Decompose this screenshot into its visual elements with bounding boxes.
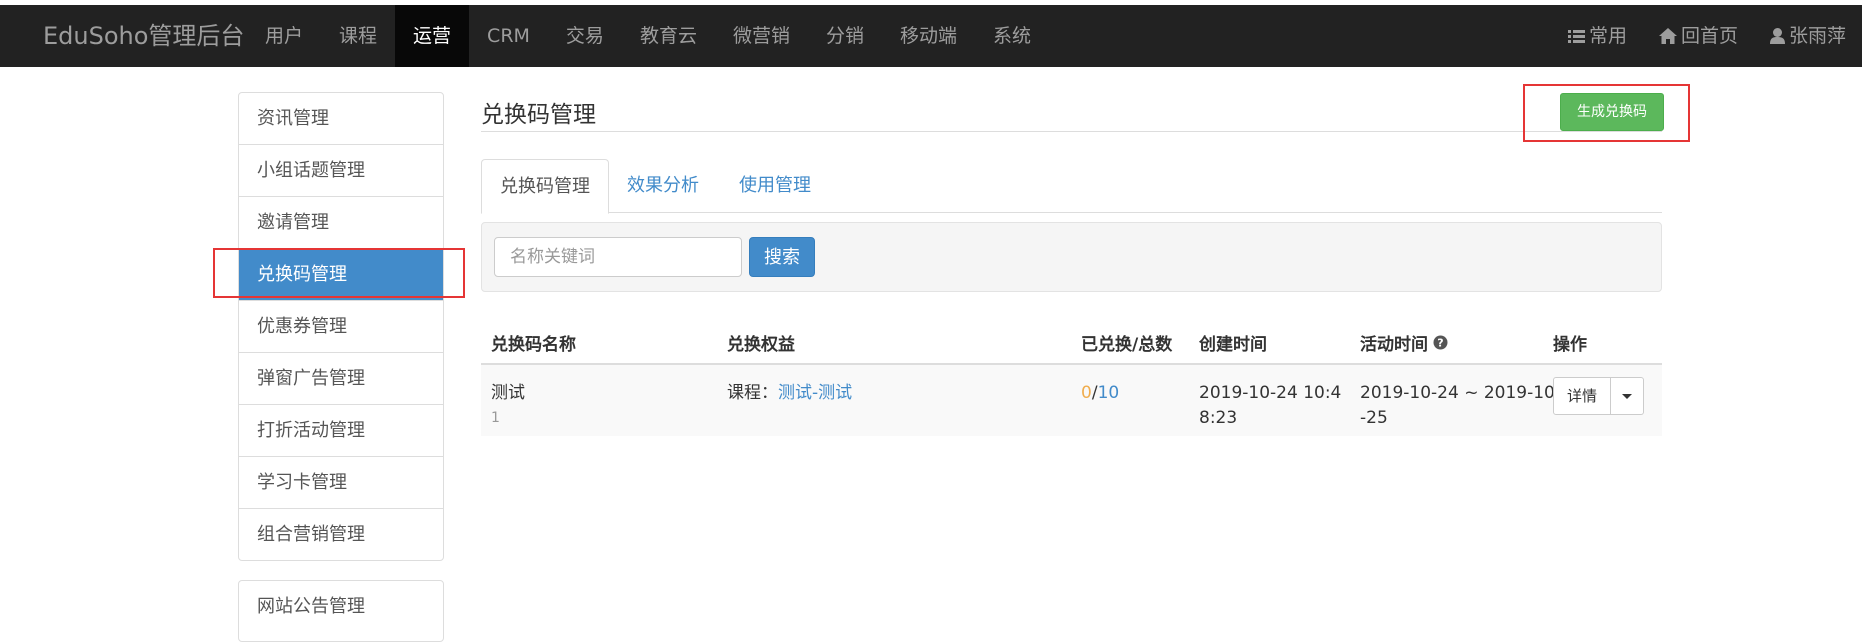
sidebar-item-news[interactable]: 资讯管理 — [239, 93, 443, 144]
redeem-code-table: 兑换码名称 兑换权益 已兑换/总数 创建时间 活动时间 ? 操作 测试 1 课程… — [481, 318, 1662, 436]
sidebar-item-announcements[interactable]: 网站公告管理 — [239, 581, 443, 632]
nav-right: 常用 回首页 张雨萍 — [1552, 5, 1862, 67]
cell-name: 测试 1 — [491, 381, 525, 431]
svg-text:?: ? — [1437, 337, 1443, 350]
sidebar-item-group-topics[interactable]: 小组话题管理 — [239, 144, 443, 196]
sidebar-item-bundle-marketing[interactable]: 组合营销管理 — [239, 508, 443, 560]
nav-item-users[interactable]: 用户 — [247, 5, 321, 67]
code-name: 测试 — [491, 383, 525, 403]
generate-code-button[interactable]: 生成兑换码 — [1560, 93, 1664, 131]
nav-item-edu-cloud[interactable]: 教育云 — [622, 5, 715, 67]
header-redeemed: 已兑换/总数 — [1081, 335, 1173, 355]
period-line2: -25 — [1360, 408, 1388, 428]
cell-period: 2019-10-24 ~ 2019-10 -25 — [1360, 381, 1555, 431]
tab-bar: 兑换码管理 效果分析 使用管理 — [481, 159, 1662, 214]
user-menu[interactable]: 张雨萍 — [1754, 5, 1862, 67]
action-button-group: 详情 — [1553, 377, 1644, 415]
tab-effect-analysis[interactable]: 效果分析 — [609, 159, 717, 212]
sidebar-item-redeem-codes[interactable]: 兑换码管理 — [239, 248, 443, 300]
sidebar-secondary: 网站公告管理 — [238, 580, 444, 642]
page-title: 兑换码管理 — [481, 102, 596, 128]
sidebar: 资讯管理 小组话题管理 邀请管理 兑换码管理 优惠券管理 弹窗广告管理 打折活动… — [238, 92, 444, 561]
search-input[interactable] — [494, 237, 742, 277]
home-label: 回首页 — [1680, 25, 1738, 47]
nav-item-system[interactable]: 系统 — [975, 5, 1049, 67]
nav-item-wechat-marketing[interactable]: 微营销 — [715, 5, 808, 67]
table-header: 兑换码名称 兑换权益 已兑换/总数 创建时间 活动时间 ? 操作 — [481, 318, 1662, 365]
created-line2: 8:23 — [1199, 408, 1238, 428]
header-action: 操作 — [1553, 335, 1587, 355]
nav-item-crm[interactable]: CRM — [469, 5, 548, 67]
period-line1: 2019-10-24 ~ 2019-10 — [1360, 383, 1555, 403]
header-created: 创建时间 — [1199, 335, 1267, 355]
top-navbar: EduSoho管理后台 用户 课程 运营 CRM 交易 教育云 微营销 分销 移… — [0, 5, 1862, 67]
benefit-course-link[interactable]: 测试-测试 — [778, 383, 852, 403]
tab-redeem-management[interactable]: 兑换码管理 — [481, 159, 609, 214]
action-dropdown-toggle[interactable] — [1611, 377, 1644, 415]
frequent-label: 常用 — [1588, 25, 1627, 47]
table-row: 测试 1 课程：测试-测试 0/10 2019-10-24 10:4 8:23 … — [481, 365, 1662, 436]
nav-item-operations[interactable]: 运营 — [395, 5, 470, 67]
nav-item-distribution[interactable]: 分销 — [808, 5, 882, 67]
sidebar-item-study-cards[interactable]: 学习卡管理 — [239, 456, 443, 508]
user-name: 张雨萍 — [1788, 25, 1846, 47]
home-link[interactable]: 回首页 — [1643, 5, 1754, 67]
nav-item-courses[interactable]: 课程 — [321, 5, 395, 67]
caret-down-icon — [1622, 393, 1632, 399]
cell-created: 2019-10-24 10:4 8:23 — [1199, 381, 1341, 431]
sidebar-item-discounts[interactable]: 打折活动管理 — [239, 404, 443, 456]
total-count-link[interactable]: 10 — [1098, 383, 1120, 403]
brand-logo[interactable]: EduSoho管理后台 — [43, 5, 244, 67]
cell-redeemed: 0/10 — [1081, 381, 1119, 406]
tab-usage-management[interactable]: 使用管理 — [721, 159, 829, 212]
list-icon — [1567, 29, 1585, 43]
home-icon — [1658, 28, 1677, 44]
code-sub: 1 — [491, 410, 500, 426]
sidebar-item-invites[interactable]: 邀请管理 — [239, 196, 443, 248]
header-benefit: 兑换权益 — [727, 335, 795, 355]
benefit-prefix: 课程： — [727, 383, 778, 403]
user-icon — [1769, 28, 1785, 44]
cell-benefit: 课程：测试-测试 — [727, 381, 852, 406]
nav-item-mobile[interactable]: 移动端 — [882, 5, 975, 67]
search-bar: 搜索 — [481, 222, 1662, 292]
search-button[interactable]: 搜索 — [749, 237, 815, 277]
frequent-menu[interactable]: 常用 — [1552, 5, 1643, 67]
header-period: 活动时间 ? — [1360, 330, 1448, 355]
sidebar-item-popup-ads[interactable]: 弹窗广告管理 — [239, 352, 443, 404]
redeemed-count: 0 — [1081, 383, 1092, 403]
question-circle-icon[interactable]: ? — [1433, 335, 1448, 350]
created-line1: 2019-10-24 10:4 — [1199, 383, 1342, 403]
header-name: 兑换码名称 — [491, 335, 576, 355]
nav-item-trade[interactable]: 交易 — [548, 5, 622, 67]
main-nav: 用户 课程 运营 CRM 交易 教育云 微营销 分销 移动端 系统 — [247, 5, 1049, 67]
sidebar-item-coupons[interactable]: 优惠券管理 — [239, 300, 443, 352]
title-divider — [481, 131, 1662, 132]
detail-button[interactable]: 详情 — [1553, 377, 1611, 415]
